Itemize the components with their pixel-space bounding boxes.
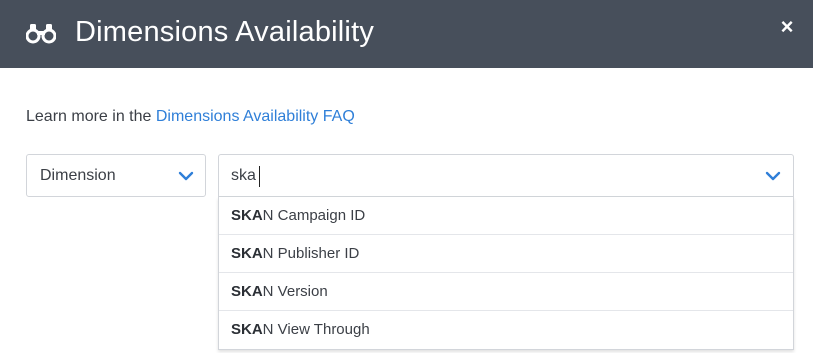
dimension-search-input[interactable] <box>219 155 739 196</box>
close-icon[interactable]: × <box>776 16 798 38</box>
faq-text: Learn more in the Dimensions Availabilit… <box>26 106 355 128</box>
search-results-dropdown: SKAN Campaign ID SKAN Publisher ID SKAN … <box>218 197 794 350</box>
option-match: SKA <box>231 283 263 300</box>
option-label: SKAN View Through <box>231 320 370 340</box>
dimension-type-select[interactable]: Dimension <box>26 154 206 197</box>
faq-prefix: Learn more in the <box>26 108 156 125</box>
dropdown-option[interactable]: SKAN Version <box>219 273 793 311</box>
chevron-down-icon[interactable] <box>765 171 781 181</box>
option-rest: N Publisher ID <box>262 245 360 262</box>
option-rest: N View Through <box>262 321 370 338</box>
dropdown-option[interactable]: SKAN Publisher ID <box>219 235 793 273</box>
dimension-type-value: Dimension <box>40 167 116 184</box>
option-match: SKA <box>231 207 263 224</box>
faq-link[interactable]: Dimensions Availability FAQ <box>156 108 355 125</box>
option-rest: N Version <box>262 283 328 300</box>
option-rest: N Campaign ID <box>262 207 366 224</box>
text-cursor <box>259 166 260 187</box>
option-match: SKA <box>231 321 263 338</box>
option-label: SKAN Publisher ID <box>231 244 359 264</box>
dropdown-option[interactable]: SKAN View Through <box>219 311 793 349</box>
dropdown-option[interactable]: SKAN Campaign ID <box>219 197 793 235</box>
modal-header: Dimensions Availability × <box>0 0 813 68</box>
option-label: SKAN Campaign ID <box>231 206 365 226</box>
option-label: SKAN Version <box>231 282 328 302</box>
binoculars-icon <box>26 24 56 44</box>
modal-title: Dimensions Availability <box>75 16 375 48</box>
option-match: SKA <box>231 245 263 262</box>
dimension-search-box[interactable] <box>218 154 794 197</box>
chevron-down-icon <box>178 171 194 181</box>
